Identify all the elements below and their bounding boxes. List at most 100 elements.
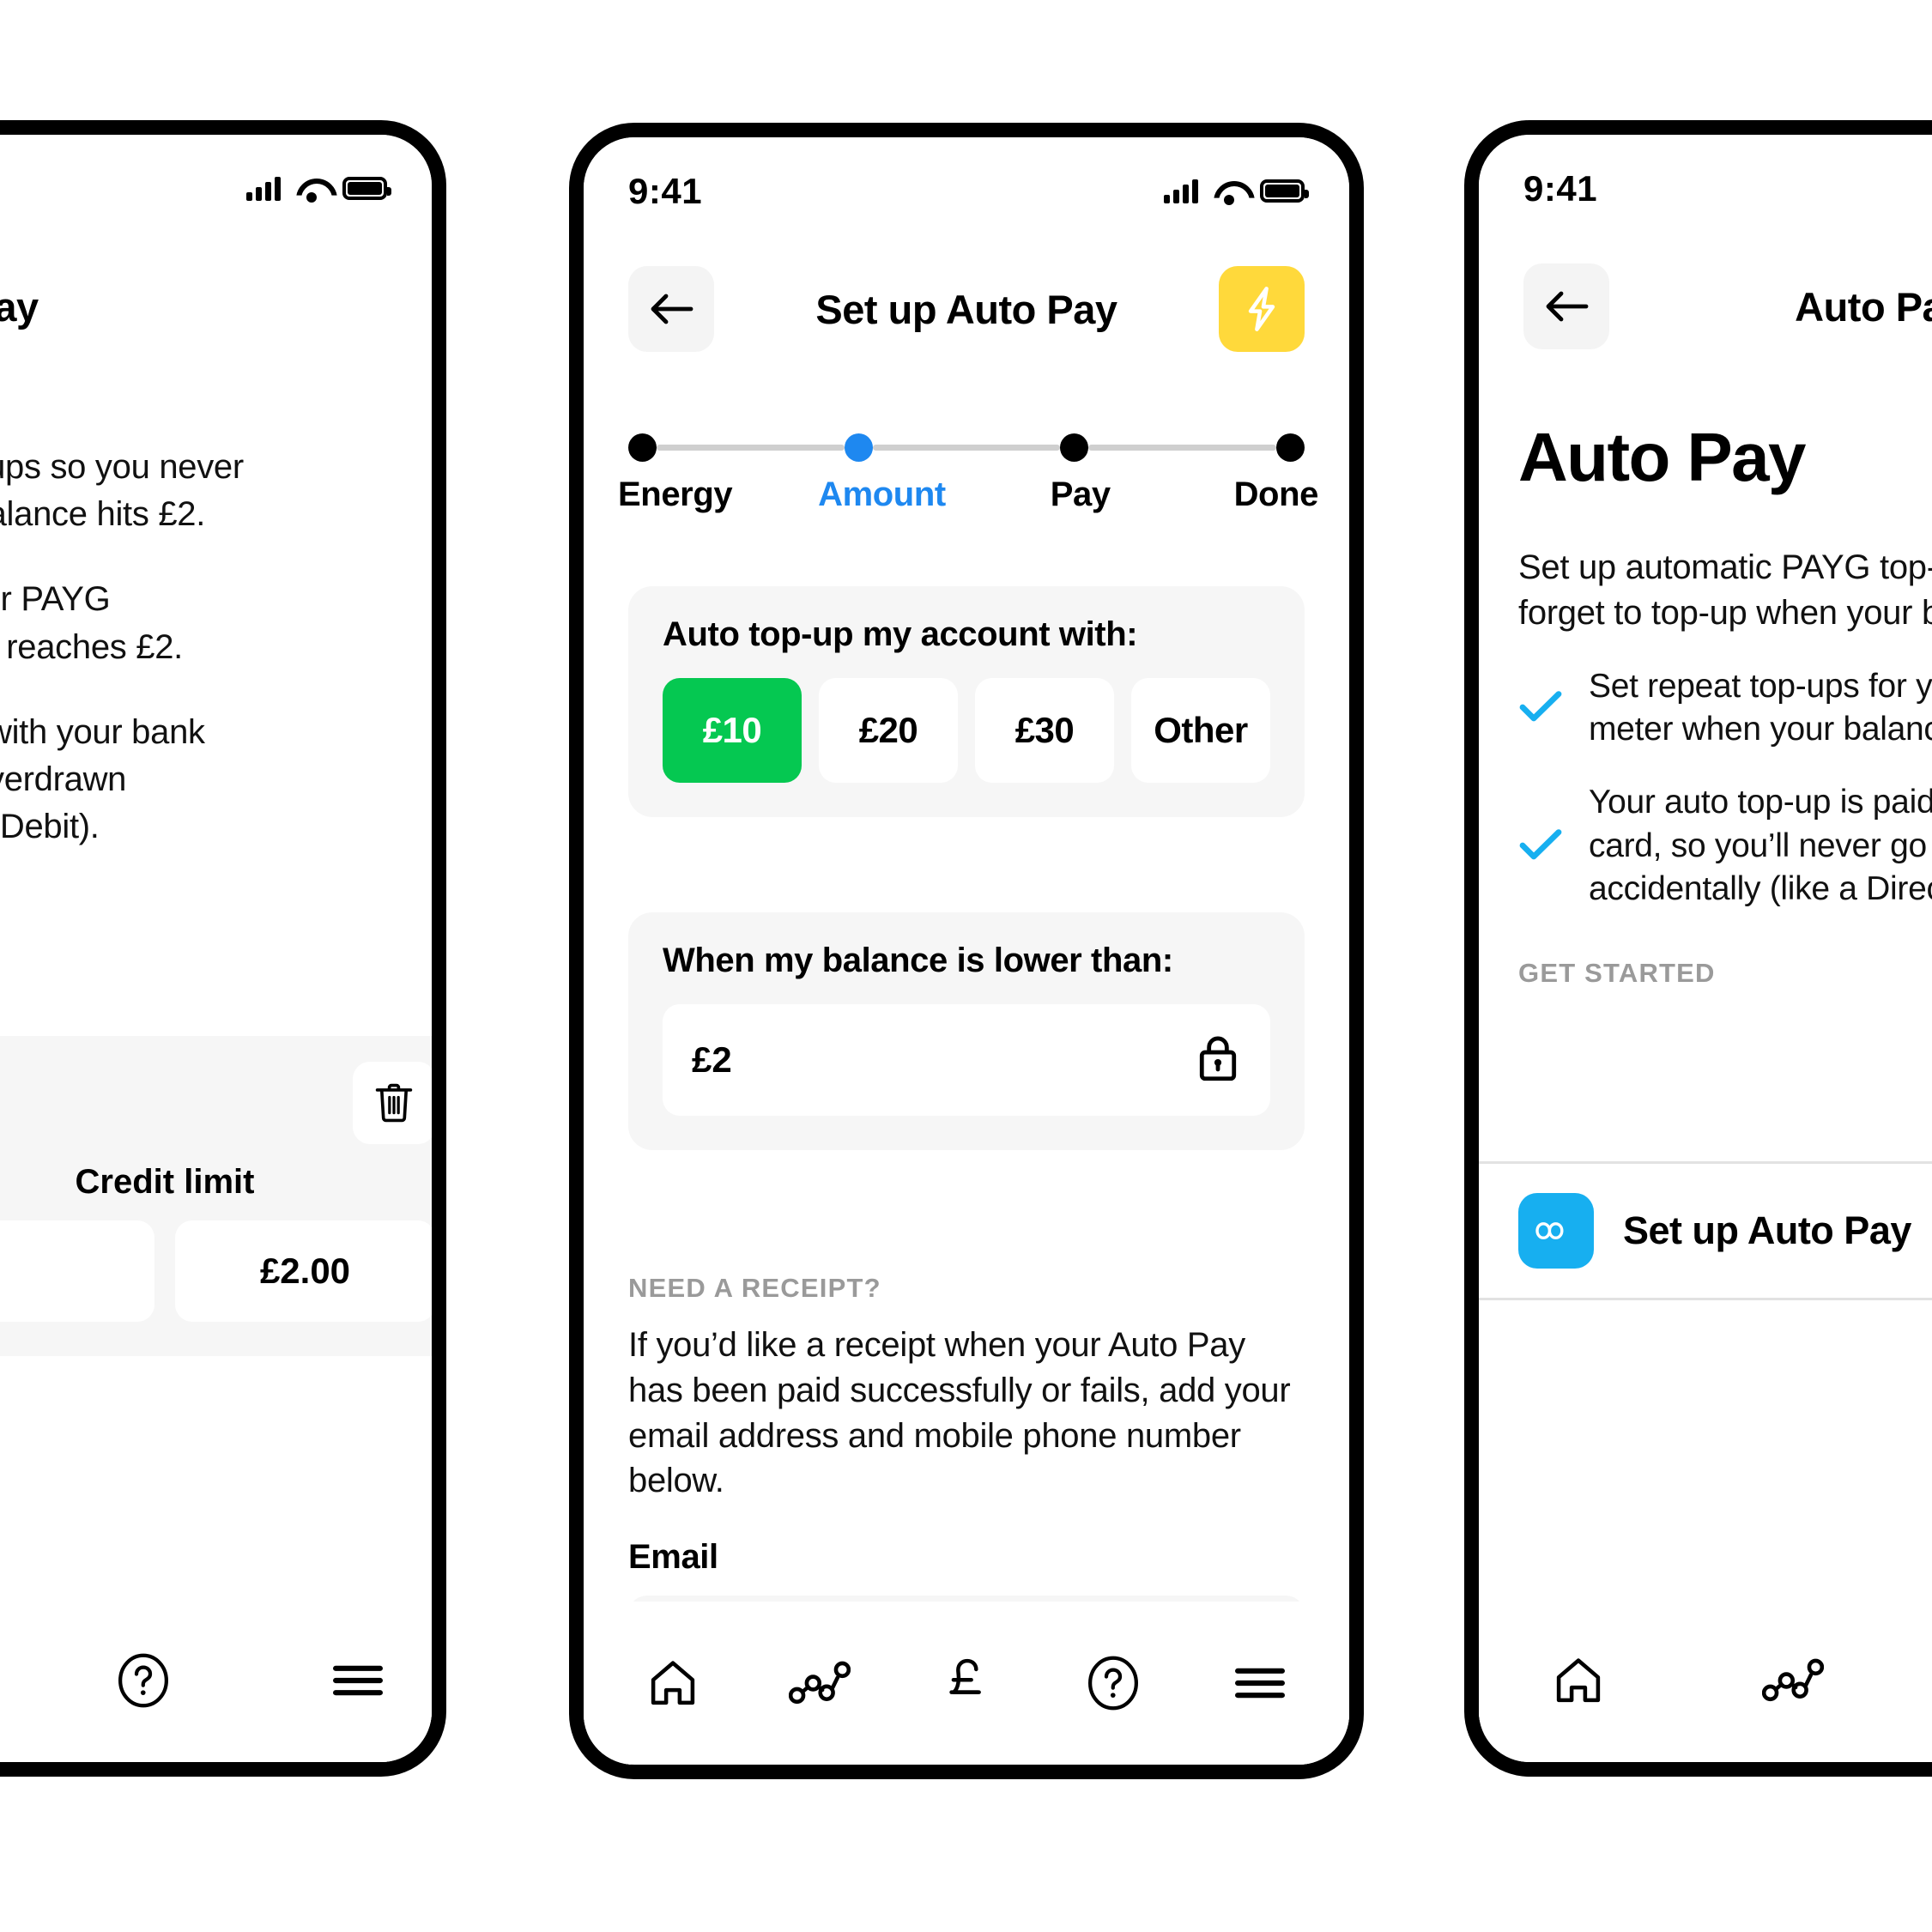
step-dot-pay[interactable] xyxy=(1060,433,1089,462)
amount-option-10[interactable]: £10 xyxy=(663,678,802,783)
hero-title: Auto Pay xyxy=(1518,419,1807,495)
left-paragraph-3-line-2: ll never go overdrawn xyxy=(0,760,127,798)
left-text-block: c PAYG top-ups so you never when your ba… xyxy=(0,392,394,851)
left-card-subtitle: Credit limit xyxy=(75,1163,255,1201)
tab-help[interactable] xyxy=(1062,1632,1165,1735)
right-content: Auto Pay Set up automatic PAYG top-u for… xyxy=(1518,418,1932,989)
benefit-item: Set repeat top-ups for yo meter when you… xyxy=(1518,665,1932,752)
screenshot-stage: Auto Pay c PAYG top-ups so you never whe… xyxy=(0,0,1932,1932)
menu-icon xyxy=(1235,1668,1286,1699)
step-dot-amount[interactable] xyxy=(844,433,873,462)
step-dot-energy[interactable] xyxy=(628,433,657,462)
list-item-icon xyxy=(1518,1193,1594,1269)
left-screen: Auto Pay c PAYG top-ups so you never whe… xyxy=(0,135,432,1762)
left-paragraph-1-line-1: c PAYG top-ups so you never xyxy=(0,448,244,486)
tab-usage[interactable] xyxy=(1741,1629,1844,1732)
step-line-2 xyxy=(872,445,1061,451)
tab-menu[interactable] xyxy=(1208,1632,1311,1735)
center-navbar: Set up Auto Pay xyxy=(584,257,1349,360)
lock-icon-wrap xyxy=(1195,1033,1241,1088)
step-line-1 xyxy=(657,445,845,451)
list-item-set-up-auto-pay[interactable]: Set up Auto Pay xyxy=(1479,1164,1932,1298)
left-credit-limit-card: Credit limit £2.00 xyxy=(0,1036,432,1356)
amount-option-other[interactable]: Other xyxy=(1131,678,1270,783)
center-status-bar: 9:41 xyxy=(584,137,1349,245)
usage-graph-icon xyxy=(1762,1658,1824,1702)
right-page-title: Auto Pay xyxy=(1795,283,1932,330)
menu-icon xyxy=(333,1665,383,1696)
benefit-2-line-2: card, so you’ll never go ov xyxy=(1589,827,1932,864)
section-header-get-started: GET STARTED xyxy=(1518,958,1716,989)
tab-home[interactable] xyxy=(621,1632,724,1735)
step-line-3 xyxy=(1088,445,1277,451)
left-paragraph-2-line-2: your balance reaches £2. xyxy=(0,627,183,666)
quick-action-button[interactable] xyxy=(1219,266,1305,352)
check-icon xyxy=(1519,828,1562,859)
left-page-title: Auto Pay xyxy=(0,283,39,330)
help-icon xyxy=(118,1653,168,1708)
back-button[interactable] xyxy=(628,266,714,352)
status-time: 9:41 xyxy=(628,170,703,211)
list-item-label: Set up Auto Pay xyxy=(1623,1208,1911,1252)
list-divider-bottom xyxy=(1479,1298,1932,1300)
amount-option-30[interactable]: £30 xyxy=(975,678,1114,783)
amount-option-20[interactable]: £20 xyxy=(819,678,958,783)
step-label-amount: Amount xyxy=(818,475,946,513)
stepper-track xyxy=(628,433,1305,462)
tab-menu[interactable] xyxy=(306,1629,409,1732)
receipt-eyebrow: NEED A RECEIPT? xyxy=(628,1273,881,1303)
phone-right: 9:41 Auto Pay Auto Pay Set up automatic … xyxy=(1464,120,1932,1777)
left-card-value[interactable]: £2.00 xyxy=(175,1220,432,1322)
back-arrow-icon xyxy=(651,294,693,324)
left-status-bar xyxy=(0,135,432,242)
trash-icon xyxy=(375,1083,413,1123)
phone-center: 9:41 Set up Auto Pay Energy Amount Pay D… xyxy=(569,123,1364,1779)
stepper-labels: Energy Amount Pay Done xyxy=(618,475,1318,514)
right-navbar: Auto Pay xyxy=(1479,255,1932,358)
tab-home[interactable] xyxy=(1527,1629,1630,1732)
left-navbar: Auto Pay xyxy=(0,255,432,358)
benefit-2-line-1: Your auto top-up is paid xyxy=(1589,783,1932,821)
step-dot-done[interactable] xyxy=(1276,433,1305,462)
battery-icon xyxy=(342,177,391,200)
threshold-input[interactable]: £2 xyxy=(663,1004,1270,1116)
center-page-title: Set up Auto Pay xyxy=(815,286,1117,332)
step-label-energy: Energy xyxy=(618,475,733,513)
delete-button[interactable] xyxy=(353,1062,432,1144)
get-started-list: Set up Auto Pay xyxy=(1479,1161,1932,1300)
amount-card: Auto top-up my account with: £10 £20 £30… xyxy=(628,586,1305,817)
receipt-body: If you’d like a receipt when your Auto P… xyxy=(628,1326,1291,1500)
intro-line-1: Set up automatic PAYG top-u xyxy=(1518,548,1932,586)
help-icon xyxy=(1088,1656,1139,1711)
left-tabbar xyxy=(0,1599,432,1762)
intro-line-2: forget to top-up when your b xyxy=(1518,593,1932,632)
amount-card-title: Auto top-up my account with: xyxy=(663,615,1138,653)
wifi-icon xyxy=(1214,179,1245,205)
threshold-card: When my balance is lower than: £2 xyxy=(628,912,1305,1150)
check-icon xyxy=(1519,690,1562,722)
check-icon-wrap xyxy=(1518,689,1563,728)
lightning-bolt-icon xyxy=(1248,287,1275,331)
left-paragraph-3-line-1: p-up is paid with your bank xyxy=(0,712,205,751)
threshold-value: £2 xyxy=(692,1039,732,1080)
phone-left: Auto Pay c PAYG top-ups so you never whe… xyxy=(0,120,446,1777)
back-arrow-icon xyxy=(1546,291,1589,322)
right-screen: 9:41 Auto Pay Auto Pay Set up automatic … xyxy=(1479,135,1932,1762)
back-button[interactable] xyxy=(1523,263,1609,349)
tab-help[interactable] xyxy=(92,1629,195,1732)
center-screen: 9:41 Set up Auto Pay Energy Amount Pay D… xyxy=(584,137,1349,1765)
left-card-value-partial[interactable] xyxy=(0,1220,154,1322)
left-paragraph-2-line-1: p-ups for your PAYG xyxy=(0,580,111,619)
pound-icon xyxy=(949,1658,981,1694)
left-paragraph-1-line-2: when your balance hits £2. xyxy=(0,495,206,534)
step-label-done: Done xyxy=(1233,475,1319,513)
setup-stepper: Energy Amount Pay Done xyxy=(618,433,1318,514)
benefit-1-line-2: meter when your balance xyxy=(1589,711,1932,748)
cellular-signal-icon xyxy=(246,176,281,201)
lock-icon xyxy=(1199,1036,1237,1081)
tab-pound[interactable] xyxy=(915,1632,1018,1735)
home-icon xyxy=(1556,1658,1601,1703)
benefit-2-line-3: accidentally (like a Direct xyxy=(1589,870,1932,908)
tab-usage[interactable] xyxy=(768,1632,871,1735)
right-status-bar: 9:41 xyxy=(1479,135,1932,242)
